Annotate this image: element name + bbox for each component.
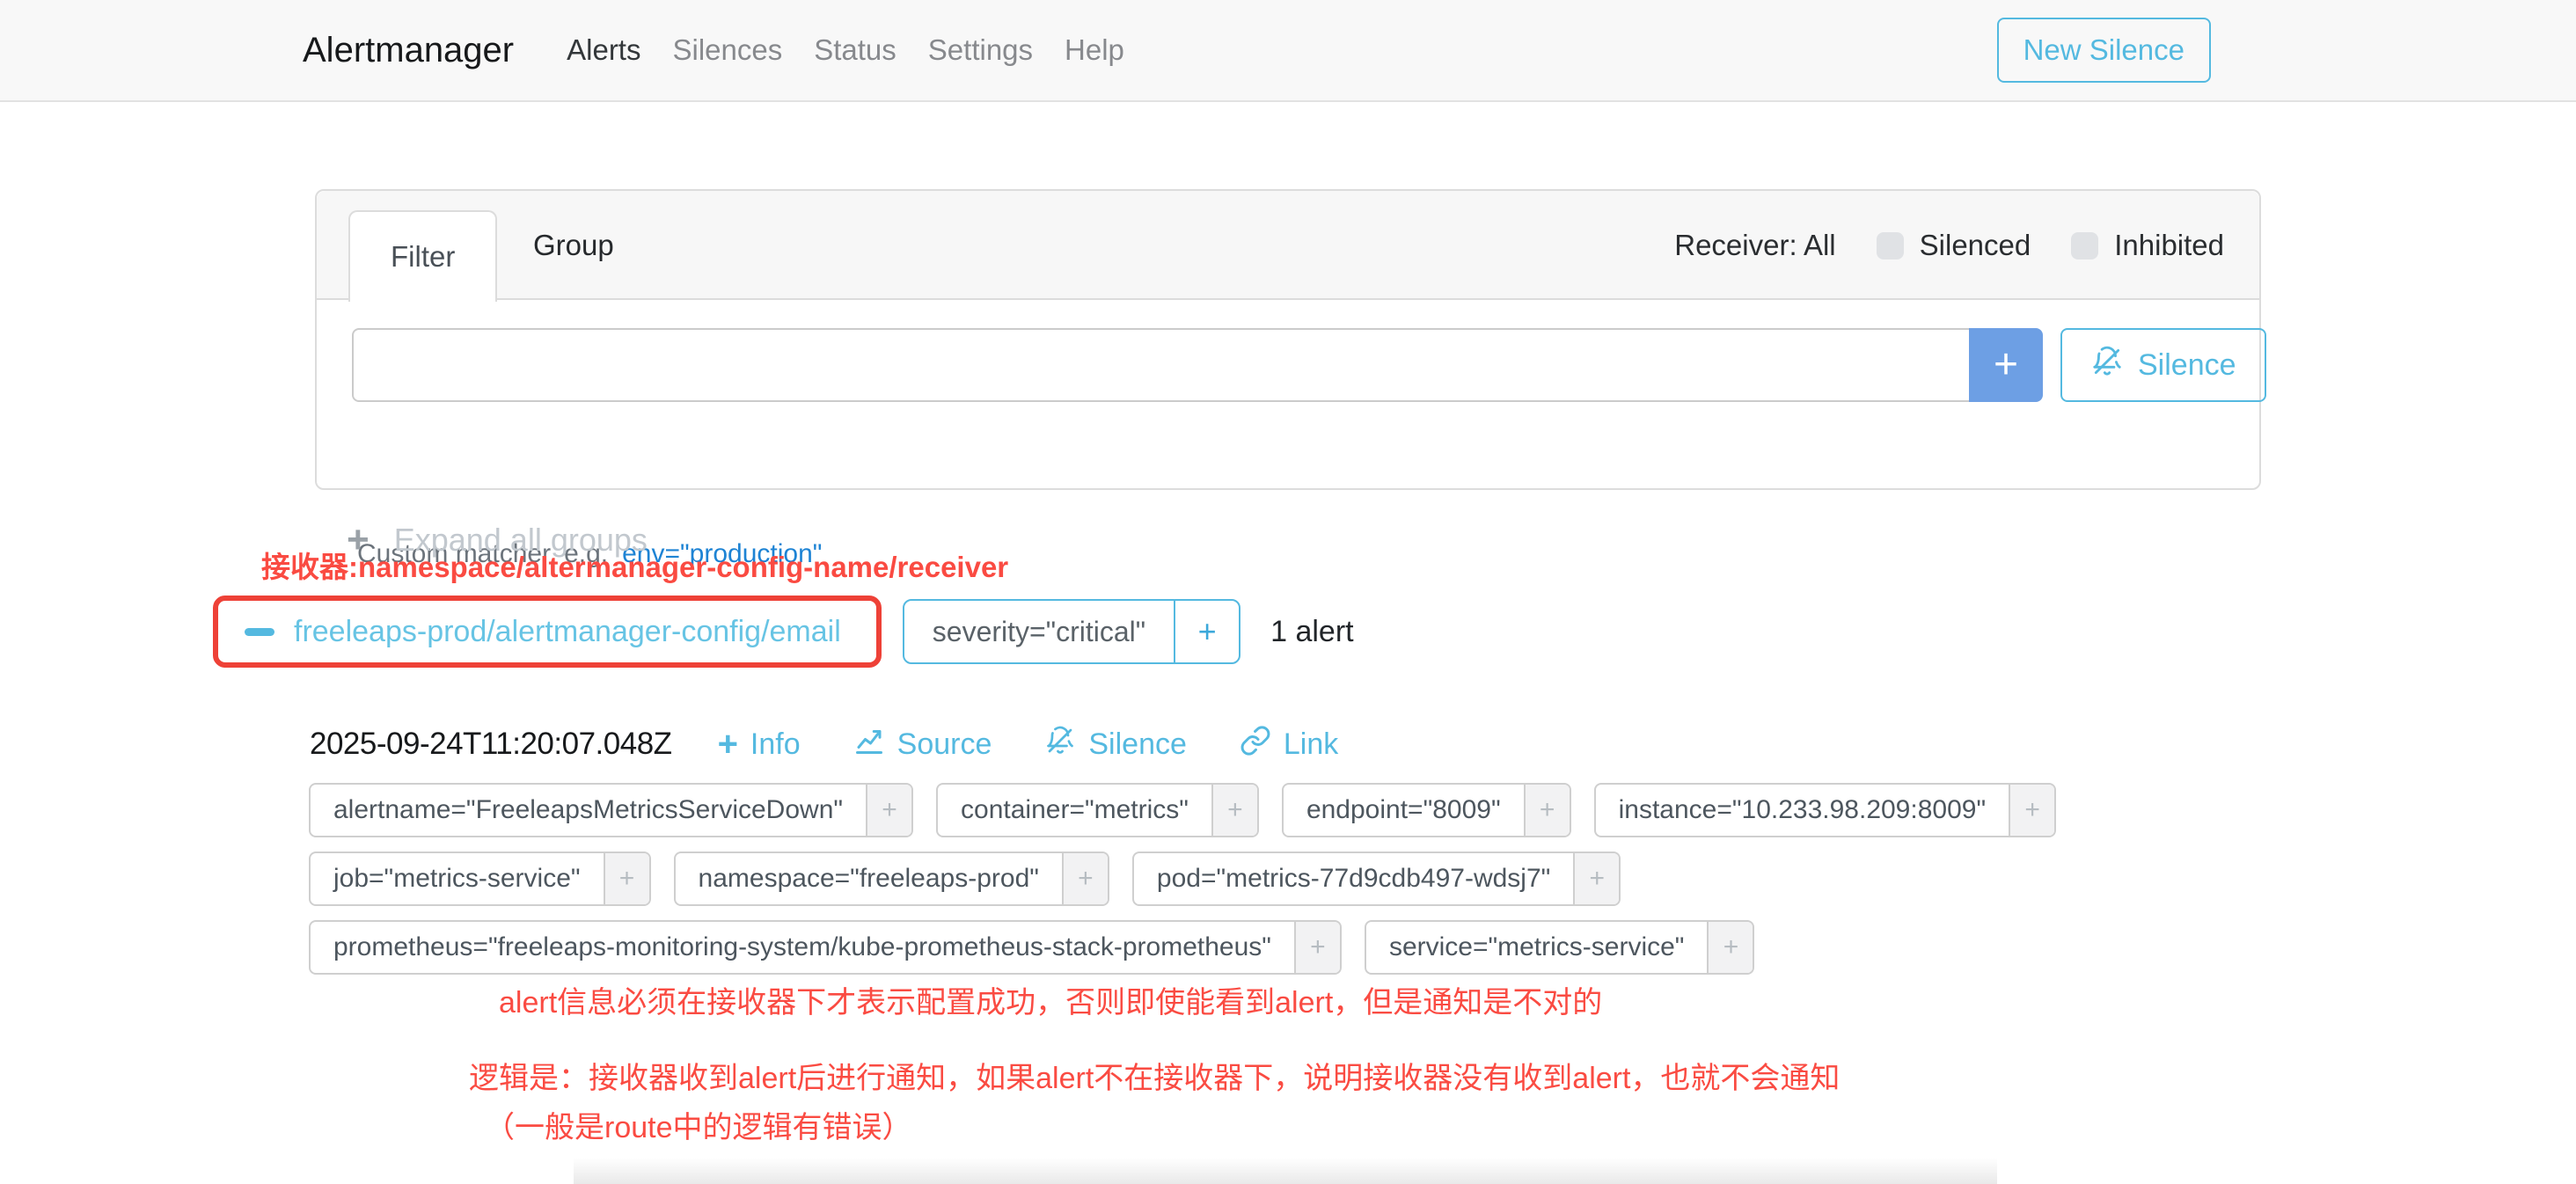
silenced-toggle-group: Silenced xyxy=(1877,229,2031,262)
navbar-inner: Alertmanager Alerts Silences Status Sett… xyxy=(303,0,2211,100)
new-silence-button[interactable]: New Silence xyxy=(1997,18,2211,83)
collapse-group-icon[interactable] xyxy=(245,628,274,636)
inhibited-toggle-group: Inhibited xyxy=(2071,229,2224,262)
alert-source-label: Source xyxy=(897,727,992,762)
receiver-group-link[interactable]: freeleaps-prod/alertmanager-config/email xyxy=(294,615,841,649)
receiver-group-row: freeleaps-prod/alertmanager-config/email… xyxy=(213,595,1354,669)
label-text: service="metrics-service" xyxy=(1366,922,1708,973)
label-add-filter-button[interactable]: + xyxy=(1707,922,1753,973)
nav-item-settings[interactable]: Settings xyxy=(912,33,1049,67)
nav-item-help[interactable]: Help xyxy=(1049,33,1140,67)
label-text: namespace="freeleaps-prod" xyxy=(676,853,1062,904)
group-matcher-text: severity="critical" xyxy=(904,601,1174,662)
filter-card-header: Filter Group Receiver: All Silenced Inhi… xyxy=(317,191,2259,300)
matcher-input-row: + Silence xyxy=(352,328,2266,402)
filter-header-controls: Receiver: All Silenced Inhibited xyxy=(1674,191,2224,300)
label-chip-instance: instance="10.233.98.209:8009" + xyxy=(1594,783,2056,837)
annotation-receiver-note: 接收器:namespace/altermanager-config-name/r… xyxy=(261,544,1008,586)
alert-labels-row-1: alertname="FreeleapsMetricsServiceDown" … xyxy=(309,783,2056,837)
alert-labels-row-2: job="metrics-service" + namespace="freel… xyxy=(309,851,1621,906)
annotation-route-note: （一般是route中的逻辑有错误） xyxy=(485,1103,912,1146)
label-text: instance="10.233.98.209:8009" xyxy=(1596,785,2009,836)
page-bottom-shadow xyxy=(574,1158,1997,1184)
alert-info-link[interactable]: + Info xyxy=(718,727,801,762)
plus-icon: + xyxy=(718,727,738,762)
nav-item-silences[interactable]: Silences xyxy=(656,33,798,67)
alert-info-label: Info xyxy=(750,727,801,762)
label-add-filter-button[interactable]: + xyxy=(1573,853,1619,904)
alert-silence-link[interactable]: Silence xyxy=(1044,725,1187,764)
label-add-filter-button[interactable]: + xyxy=(604,853,649,904)
alert-permalink[interactable]: Link xyxy=(1240,725,1338,764)
alert-silence-label: Silence xyxy=(1088,727,1187,762)
label-add-filter-button[interactable]: + xyxy=(1062,853,1108,904)
label-text: job="metrics-service" xyxy=(311,853,604,904)
alert-header-row: 2025-09-24T11:20:07.048Z + Info Source xyxy=(310,720,1338,769)
add-matcher-button[interactable]: + xyxy=(1969,328,2043,402)
link-icon xyxy=(1240,725,1271,764)
label-add-filter-button[interactable]: + xyxy=(866,785,911,836)
group-matcher-chip: severity="critical" + xyxy=(903,599,1240,664)
silence-filter-button[interactable]: Silence xyxy=(2060,328,2266,402)
tab-group[interactable]: Group xyxy=(533,191,614,300)
alert-timestamp: 2025-09-24T11:20:07.048Z xyxy=(310,727,672,762)
alert-labels-row-3: prometheus="freeleaps-monitoring-system/… xyxy=(309,920,1754,975)
inhibited-label: Inhibited xyxy=(2114,229,2224,262)
label-text: prometheus="freeleaps-monitoring-system/… xyxy=(311,922,1294,973)
label-add-filter-button[interactable]: + xyxy=(1524,785,1570,836)
label-add-filter-button[interactable]: + xyxy=(1294,922,1340,973)
label-chip-prometheus: prometheus="freeleaps-monitoring-system/… xyxy=(309,920,1342,975)
label-text: alertname="FreeleapsMetricsServiceDown" xyxy=(311,785,866,836)
label-chip-job: job="metrics-service" + xyxy=(309,851,651,906)
label-text: endpoint="8009" xyxy=(1284,785,1524,836)
label-text: pod="metrics-77d9cdb497-wdsj7" xyxy=(1134,853,1573,904)
annotation-logic-note: 逻辑是：接收器收到alert后进行通知，如果alert不在接收器下，说明接收器没… xyxy=(469,1054,1840,1097)
label-add-filter-button[interactable]: + xyxy=(2009,785,2054,836)
bell-slash-icon xyxy=(2090,345,2124,386)
silenced-label: Silenced xyxy=(1920,229,2031,262)
group-alert-count: 1 alert xyxy=(1270,615,1354,649)
navbar: Alertmanager Alerts Silences Status Sett… xyxy=(0,0,2576,102)
label-chip-namespace: namespace="freeleaps-prod" + xyxy=(674,851,1109,906)
annotation-config-note: alert信息必须在接收器下才表示配置成功，否则即使能看到alert，但是通知是… xyxy=(499,978,1602,1021)
label-chip-endpoint: endpoint="8009" + xyxy=(1282,783,1571,837)
chart-line-icon xyxy=(853,725,885,764)
tab-filter[interactable]: Filter xyxy=(348,210,497,302)
label-chip-alertname: alertname="FreeleapsMetricsServiceDown" … xyxy=(309,783,913,837)
filter-card-body: + Silence Custom matcher, e.g. env="prod… xyxy=(317,300,2259,490)
nav-item-alerts[interactable]: Alerts xyxy=(551,33,656,67)
group-matcher-add-button[interactable]: + xyxy=(1174,601,1239,662)
matcher-input[interactable] xyxy=(352,328,1971,402)
label-chip-service: service="metrics-service" + xyxy=(1365,920,1755,975)
alert-source-link[interactable]: Source xyxy=(853,725,992,764)
label-text: container="metrics" xyxy=(938,785,1211,836)
inhibited-checkbox[interactable] xyxy=(2071,232,2098,259)
label-chip-container: container="metrics" + xyxy=(936,783,1259,837)
silenced-checkbox[interactable] xyxy=(1877,232,1904,259)
alert-actions: + Info Source Silence xyxy=(718,725,1339,764)
silence-filter-label: Silence xyxy=(2138,348,2236,383)
bell-slash-icon xyxy=(1044,725,1076,764)
alert-link-label: Link xyxy=(1284,727,1338,762)
annotation-highlight-box: freeleaps-prod/alertmanager-config/email xyxy=(213,596,882,668)
receiver-selector[interactable]: Receiver: All xyxy=(1674,229,1835,262)
nav-item-status[interactable]: Status xyxy=(798,33,912,67)
app-brand: Alertmanager xyxy=(303,31,514,70)
label-chip-pod: pod="metrics-77d9cdb497-wdsj7" + xyxy=(1132,851,1621,906)
label-add-filter-button[interactable]: + xyxy=(1211,785,1257,836)
main-nav: Alerts Silences Status Settings Help xyxy=(551,33,1140,67)
filter-card: Filter Group Receiver: All Silenced Inhi… xyxy=(315,189,2261,490)
